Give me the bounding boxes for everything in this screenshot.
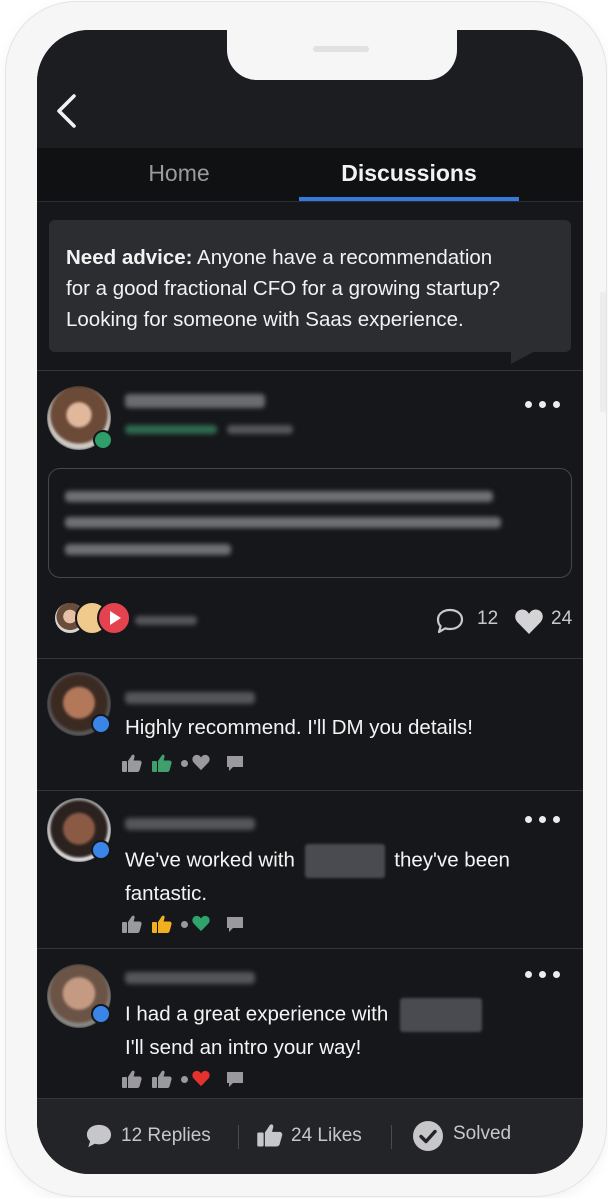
speech-bubble-icon — [86, 1124, 112, 1148]
footer-separator — [238, 1125, 239, 1149]
author-name-redacted — [125, 692, 255, 704]
author-name-redacted — [125, 818, 255, 830]
author-title-redacted — [125, 425, 217, 434]
thumbs-up-icon[interactable] — [151, 913, 173, 935]
thumbs-up-icon[interactable] — [151, 1068, 173, 1090]
reaction-avatars[interactable] — [53, 598, 133, 638]
tab-discussions[interactable]: Discussions — [299, 160, 519, 187]
comment-icon[interactable] — [225, 1069, 245, 1089]
question-prefix: Need advice: — [66, 246, 193, 269]
chevron-left-icon[interactable] — [55, 94, 77, 128]
thumbs-up-icon[interactable] — [151, 752, 173, 774]
reply-text: We've worked with they've been fantastic… — [125, 844, 510, 909]
post-text-line — [65, 517, 501, 528]
ellipsis-icon[interactable] — [525, 815, 561, 825]
reply-line: I had a great experience with — [125, 1002, 389, 1026]
likes-button[interactable]: 24 Likes — [255, 1119, 385, 1153]
tab-bar: Home Discussions — [37, 148, 583, 202]
divider — [37, 658, 583, 659]
question-card: Need advice: Anyone have a recommendatio… — [49, 220, 571, 352]
post-text-line — [65, 544, 231, 555]
likes-label: 24 Likes — [291, 1125, 362, 1146]
author-name-redacted — [125, 972, 255, 984]
comment-icon[interactable] — [225, 753, 245, 773]
heart-icon[interactable] — [191, 752, 211, 772]
online-status-dot — [91, 714, 111, 734]
ellipsis-icon[interactable] — [525, 400, 561, 410]
phone-side-button — [600, 292, 606, 412]
divider — [37, 370, 583, 371]
question-bubble-tail — [511, 350, 537, 364]
post-body-card — [48, 468, 572, 578]
post-text-line — [65, 491, 493, 502]
speech-bubble-icon[interactable] — [435, 607, 465, 635]
tab-home[interactable]: Home — [97, 160, 261, 187]
heart-icon[interactable] — [513, 607, 545, 635]
question-line-2: for a good fractional CFO for a growing … — [66, 277, 501, 300]
separator-dot — [181, 1076, 188, 1083]
likes-count: 24 — [551, 608, 573, 629]
separator-dot — [181, 760, 188, 767]
reply-actions — [121, 752, 261, 774]
check-circle-icon — [413, 1121, 443, 1151]
reply-line: Highly recommend. I'll DM you details! — [125, 716, 473, 739]
author-name-redacted — [125, 394, 265, 408]
heart-icon[interactable] — [191, 1068, 211, 1088]
solved-button[interactable]: Solved — [411, 1119, 531, 1153]
solved-label: Solved — [453, 1123, 512, 1144]
reply-text: I had a great experience with I'll send … — [125, 998, 482, 1063]
app-screen: Home Discussions Need advice: Anyone hav… — [37, 30, 583, 1174]
divider — [37, 790, 583, 791]
active-tab-indicator — [299, 197, 519, 201]
reply-actions — [121, 913, 261, 935]
online-status-dot — [93, 430, 113, 450]
reply-line: We've worked with — [125, 848, 295, 872]
online-status-dot — [91, 840, 111, 860]
redacted-company — [399, 998, 482, 1032]
reactions-count-redacted — [135, 616, 197, 625]
reply-line: fantastic. — [125, 882, 208, 905]
divider — [37, 948, 583, 949]
replies-label: 12 Replies — [121, 1125, 211, 1146]
notch-speaker — [313, 46, 369, 52]
post-time-redacted — [227, 425, 293, 434]
question-line-3: Looking for someone with Saas experience… — [66, 308, 464, 331]
phone-notch — [227, 30, 457, 80]
thumbs-up-icon[interactable] — [121, 752, 143, 774]
thumbs-up-icon[interactable] — [121, 913, 143, 935]
separator-dot — [181, 921, 188, 928]
reply-text: Highly recommend. I'll DM you details! — [125, 712, 473, 743]
comment-icon[interactable] — [225, 914, 245, 934]
reply-actions — [121, 1068, 261, 1090]
footer-separator — [391, 1125, 392, 1149]
thumbs-up-icon[interactable] — [121, 1068, 143, 1090]
reactor-avatar — [97, 601, 131, 635]
online-status-dot — [91, 1004, 111, 1024]
phone-frame: Home Discussions Need advice: Anyone hav… — [6, 2, 606, 1196]
thumbs-up-icon — [257, 1124, 283, 1147]
question-line-1: Anyone have a recommendation — [192, 246, 493, 269]
comments-count: 12 — [477, 608, 499, 629]
heart-icon[interactable] — [191, 913, 211, 933]
redacted-company — [304, 844, 385, 878]
ellipsis-icon[interactable] — [525, 970, 561, 980]
reply-line: I'll send an intro your way! — [125, 1036, 362, 1059]
reply-line: they've been — [394, 848, 510, 872]
footer-bar: 12 Replies 24 Likes Solved — [37, 1098, 583, 1174]
replies-button[interactable]: 12 Replies — [85, 1119, 235, 1153]
